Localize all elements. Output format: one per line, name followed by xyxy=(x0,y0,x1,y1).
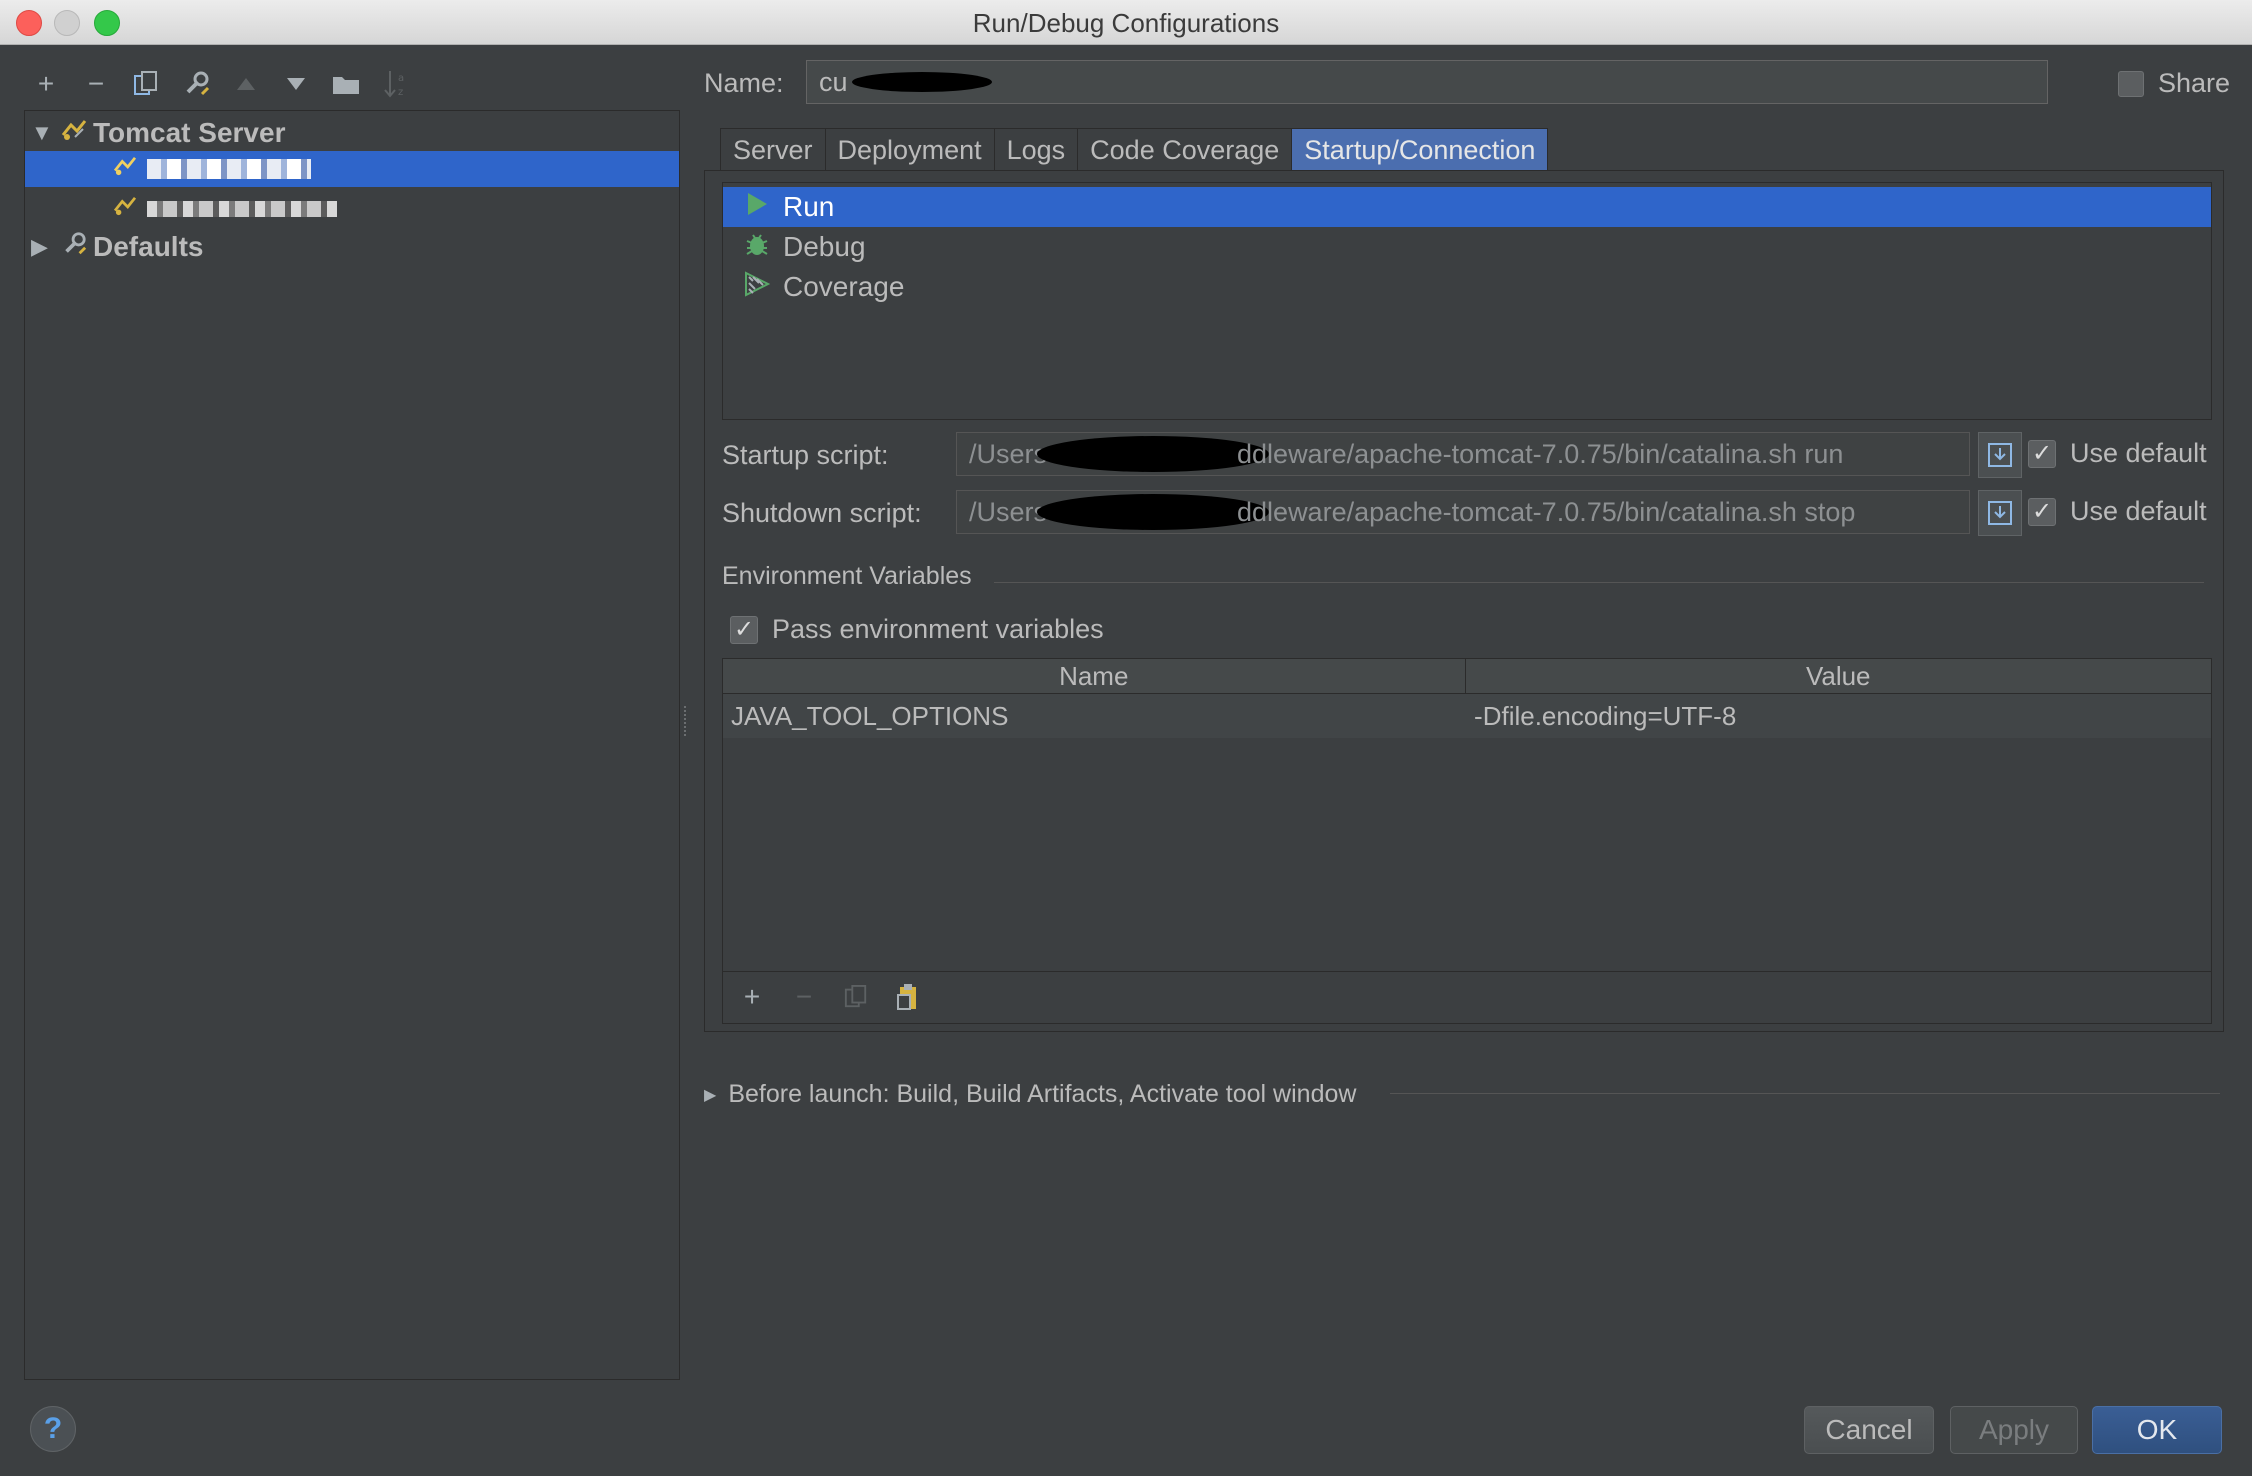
name-label: Name: xyxy=(704,68,784,98)
tree-item-config-1[interactable] xyxy=(25,151,679,187)
table-row[interactable]: JAVA_TOOL_OPTIONS -Dfile.encoding=UTF-8 xyxy=(723,694,2211,738)
startup-script-field[interactable]: /Users ddleware/apache-tomcat-7.0.75/bin… xyxy=(956,432,1970,476)
svg-text:z: z xyxy=(398,87,403,98)
tab-deployment[interactable]: Deployment xyxy=(824,128,995,171)
redaction-mark xyxy=(1037,494,1270,530)
shutdown-use-default-label: Use default xyxy=(2070,496,2207,526)
mode-debug-label: Debug xyxy=(783,231,866,262)
startup-script-suffix: ddleware/apache-tomcat-7.0.75/bin/catali… xyxy=(1237,438,1844,469)
mode-run[interactable]: Run xyxy=(723,187,2211,227)
startup-script-prefix: /Users xyxy=(969,438,1048,469)
sort-icon[interactable]: az xyxy=(380,68,412,100)
apply-button[interactable]: Apply xyxy=(1950,1406,2078,1454)
tree-item-config-2[interactable] xyxy=(25,191,679,227)
mode-coverage[interactable]: Coverage xyxy=(723,267,2211,307)
redacted-config-name xyxy=(147,201,337,217)
coverage-icon xyxy=(737,270,777,304)
wrench-icon xyxy=(61,231,87,264)
shutdown-use-default[interactable]: ✓ Use default xyxy=(2028,496,2207,527)
paste-icon[interactable] xyxy=(893,982,923,1012)
run-icon xyxy=(737,192,777,223)
startup-mode-list: Run Debug Coverage xyxy=(722,182,2212,420)
shutdown-script-field[interactable]: /Users ddleware/apache-tomcat-7.0.75/bin… xyxy=(956,490,1970,534)
add-icon[interactable]: + xyxy=(30,68,62,100)
pass-env-checkbox-box[interactable]: ✓ xyxy=(730,615,758,644)
share-checkbox-box[interactable] xyxy=(2118,70,2144,97)
shutdown-use-default-checkbox[interactable]: ✓ xyxy=(2028,497,2056,526)
pass-env-checkbox[interactable]: ✓ Pass environment variables xyxy=(730,614,1104,645)
tree-defaults-label: Defaults xyxy=(93,231,204,262)
chevron-down-icon[interactable]: ▼ xyxy=(31,120,61,146)
svg-text:a: a xyxy=(398,73,404,84)
tomcat-icon xyxy=(113,155,137,183)
column-header-name[interactable]: Name xyxy=(723,659,1466,693)
chevron-right-icon: ▶ xyxy=(704,1086,717,1104)
arrow-up-icon[interactable] xyxy=(230,68,262,100)
tab-logs[interactable]: Logs xyxy=(993,128,1079,171)
startup-use-default-checkbox[interactable]: ✓ xyxy=(2028,439,2056,468)
tree-group-tomcat-server[interactable]: ▼ Tomcat Server xyxy=(25,115,679,151)
chevron-right-icon[interactable]: ▶ xyxy=(31,234,61,260)
tree-group-defaults[interactable]: ▶ Defaults xyxy=(25,229,679,265)
remove-icon[interactable]: − xyxy=(789,981,819,1012)
redaction-mark xyxy=(1037,436,1270,472)
startup-use-default-label: Use default xyxy=(2070,438,2207,468)
wrench-icon[interactable] xyxy=(180,68,212,100)
tab-bar: Server Deployment Logs Code Coverage Sta… xyxy=(720,128,1549,171)
add-icon[interactable]: + xyxy=(737,981,767,1012)
tab-code-coverage[interactable]: Code Coverage xyxy=(1077,128,1293,171)
mode-debug[interactable]: Debug xyxy=(723,227,2211,267)
arrow-down-icon[interactable] xyxy=(280,68,312,100)
env-table: Name Value JAVA_TOOL_OPTIONS -Dfile.enco… xyxy=(722,658,2212,1024)
startup-browse-button[interactable] xyxy=(1978,432,2022,478)
tomcat-icon xyxy=(61,119,87,148)
bug-icon xyxy=(737,231,777,264)
env-table-toolbar: + − xyxy=(723,971,2211,1021)
redaction-mark xyxy=(851,72,992,92)
share-label: Share xyxy=(2158,68,2231,98)
window-title: Run/Debug Configurations xyxy=(972,8,1280,38)
startup-script-label: Startup script: xyxy=(722,440,889,470)
shutdown-script-label: Shutdown script: xyxy=(722,498,922,528)
tab-server[interactable]: Server xyxy=(720,128,826,171)
folder-icon[interactable] xyxy=(330,68,362,100)
tree-group-label: Tomcat Server xyxy=(93,117,286,148)
title-bar: Run/Debug Configurations xyxy=(0,0,2252,45)
ok-button[interactable]: OK xyxy=(2092,1406,2222,1454)
panel-splitter[interactable] xyxy=(684,706,692,736)
shutdown-script-suffix: ddleware/apache-tomcat-7.0.75/bin/catali… xyxy=(1237,496,1856,527)
column-header-value[interactable]: Value xyxy=(1466,659,2212,693)
before-launch-label: Before launch: Build, Build Artifacts, A… xyxy=(728,1080,1357,1108)
redacted-config-name xyxy=(147,159,311,179)
config-toolbar: + − az xyxy=(30,64,412,104)
name-value: cu xyxy=(819,66,848,97)
env-table-header: Name Value xyxy=(723,659,2211,694)
divider xyxy=(1390,1093,2220,1094)
shutdown-browse-button[interactable] xyxy=(1978,490,2022,536)
help-button[interactable]: ? xyxy=(30,1406,76,1452)
divider xyxy=(994,582,2204,583)
env-value-cell[interactable]: -Dfile.encoding=UTF-8 xyxy=(1464,701,2211,732)
cancel-button[interactable]: Cancel xyxy=(1804,1406,1934,1454)
remove-icon[interactable]: − xyxy=(80,68,112,100)
startup-use-default[interactable]: ✓ Use default xyxy=(2028,438,2207,469)
shutdown-script-prefix: /Users xyxy=(969,496,1048,527)
mode-run-label: Run xyxy=(783,191,835,222)
copy-icon[interactable] xyxy=(841,982,871,1012)
share-checkbox[interactable]: Share xyxy=(2118,68,2230,99)
name-field[interactable]: cu xyxy=(806,60,2048,104)
env-name-cell[interactable]: JAVA_TOOL_OPTIONS xyxy=(723,701,1464,732)
before-launch-toggle[interactable]: ▶ Before launch: Build, Build Artifacts,… xyxy=(704,1080,1356,1109)
pass-env-label: Pass environment variables xyxy=(772,614,1104,644)
mode-coverage-label: Coverage xyxy=(783,271,905,302)
copy-icon[interactable] xyxy=(130,68,162,100)
tab-startup-connection[interactable]: Startup/Connection xyxy=(1291,128,1549,171)
tomcat-icon xyxy=(113,195,137,223)
env-section-title: Environment Variables xyxy=(722,562,972,590)
configuration-tree: ▼ Tomcat Server ▶ Defaults xyxy=(24,110,680,1380)
